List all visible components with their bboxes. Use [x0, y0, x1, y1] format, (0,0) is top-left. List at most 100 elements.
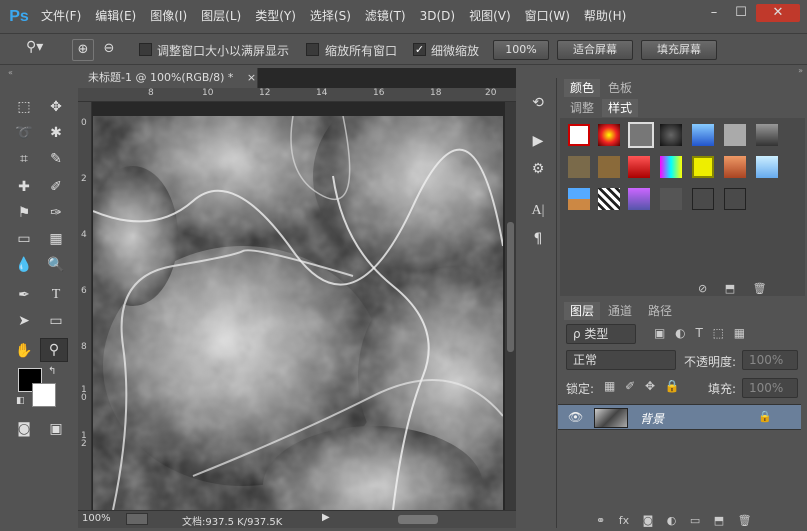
status-menu-icon[interactable]: ▶	[322, 512, 330, 523]
menu-image[interactable]: 图像(I)	[143, 0, 194, 33]
style-swatch[interactable]	[598, 124, 620, 146]
minimize-button[interactable]: –	[702, 4, 726, 22]
eye-icon[interactable]: 👁	[568, 410, 583, 424]
style-swatch[interactable]	[598, 156, 620, 178]
layer-name[interactable]: 背景	[640, 410, 664, 427]
close-button[interactable]: ✕	[756, 4, 800, 22]
zoom-100-button[interactable]: 100%	[493, 40, 549, 60]
resize-windows-checkbox[interactable]	[139, 43, 152, 56]
style-swatch[interactable]	[692, 188, 714, 210]
move-tool-icon[interactable]: ✥	[44, 96, 68, 118]
style-swatch[interactable]	[660, 124, 682, 146]
path-select-icon[interactable]: ➤	[12, 310, 36, 332]
tab-styles[interactable]: 样式	[602, 99, 639, 117]
menu-type[interactable]: 类型(Y)	[248, 0, 303, 33]
history-panel-icon[interactable]: ⟲	[526, 92, 550, 114]
menu-window[interactable]: 窗口(W)	[518, 0, 577, 33]
history-brush-icon[interactable]: ✑	[44, 202, 68, 224]
layer-row-background[interactable]: 👁 背景 🔒	[558, 404, 801, 430]
style-swatch[interactable]	[660, 188, 682, 210]
styles-footer-icons[interactable]: ⊘ ⬒ 🗑	[698, 282, 767, 295]
style-swatch[interactable]	[724, 188, 746, 210]
lasso-tool-icon[interactable]: ➰	[12, 122, 36, 144]
fill-screen-button[interactable]: 填充屏幕	[641, 40, 717, 60]
scrubby-checkbox[interactable]: ✓	[413, 43, 426, 56]
menu-3d[interactable]: 3D(D)	[413, 0, 462, 33]
zoom-in-icon[interactable]: ⊕	[72, 39, 94, 61]
style-swatch[interactable]	[692, 124, 714, 146]
zoom-tool-icon[interactable]: ⚲▾	[26, 39, 43, 55]
close-tab-icon[interactable]: ×	[247, 71, 256, 84]
tab-swatches[interactable]: 色板	[602, 79, 638, 97]
tab-adjustments[interactable]: 调整	[564, 99, 600, 117]
style-swatch[interactable]	[724, 156, 746, 178]
layers-footer-icons[interactable]: ⚭ fx ◙ ◐ ▭ ⬒ 🗑	[558, 514, 807, 530]
eraser-tool-icon[interactable]: ▭	[12, 228, 36, 250]
character-panel-icon[interactable]: A|	[526, 200, 550, 222]
type-tool-icon[interactable]: T	[44, 284, 68, 306]
collapse-icon[interactable]: «	[8, 68, 68, 78]
zoom-level[interactable]: 100%	[82, 513, 111, 524]
healing-brush-icon[interactable]: ✚	[12, 176, 36, 198]
style-none[interactable]	[568, 124, 590, 146]
crop-tool-icon[interactable]: ⌗	[12, 148, 36, 170]
style-swatch[interactable]	[628, 188, 650, 210]
zoom-tool-icon[interactable]: ⚲	[40, 338, 68, 362]
pen-tool-icon[interactable]: ✒	[12, 284, 36, 306]
background-color-swatch[interactable]	[32, 383, 56, 407]
zoom-out-icon[interactable]: ⊖	[98, 39, 120, 61]
layer-kind-filter[interactable]: ρ 类型	[566, 324, 636, 344]
menu-edit[interactable]: 编辑(E)	[88, 0, 143, 33]
paragraph-panel-icon[interactable]: ¶	[526, 228, 550, 250]
style-swatch[interactable]	[568, 188, 590, 210]
menu-select[interactable]: 选择(S)	[303, 0, 358, 33]
menu-filter[interactable]: 滤镜(T)	[358, 0, 413, 33]
fill-input[interactable]: 100%	[742, 378, 798, 398]
image-canvas[interactable]	[93, 116, 503, 510]
status-preview-icon[interactable]	[126, 513, 148, 525]
zoom-all-checkbox[interactable]	[306, 43, 319, 56]
style-swatch-selected[interactable]	[628, 122, 654, 148]
dodge-tool-icon[interactable]: 🔍	[44, 254, 68, 276]
document-tab[interactable]: 未标题-1 @ 100%(RGB/8) * ×	[78, 68, 258, 88]
magic-wand-icon[interactable]: ✱	[44, 122, 68, 144]
tab-channels[interactable]: 通道	[602, 302, 638, 320]
blend-mode-select[interactable]: 正常	[566, 350, 676, 370]
quick-mask-icon[interactable]: ◙	[12, 418, 36, 440]
default-colors-icon[interactable]: ◧	[16, 396, 25, 406]
style-swatch[interactable]	[692, 156, 714, 178]
panel-collapse-icon[interactable]: »	[558, 66, 807, 78]
menu-file[interactable]: 文件(F)	[34, 0, 88, 33]
gradient-tool-icon[interactable]: ▦	[44, 228, 68, 250]
lock-icons[interactable]: ▦ ✐ ✥ 🔒	[604, 379, 680, 393]
blur-tool-icon[interactable]: 💧	[12, 254, 36, 276]
menu-help[interactable]: 帮助(H)	[577, 0, 633, 33]
style-swatch[interactable]	[756, 156, 778, 178]
fit-screen-button[interactable]: 适合屏幕	[557, 40, 633, 60]
screen-mode-icon[interactable]: ▣	[44, 418, 68, 440]
hand-tool-icon[interactable]: ✋	[12, 340, 36, 362]
horizontal-scroll-thumb[interactable]	[398, 515, 438, 524]
tab-paths[interactable]: 路径	[642, 302, 678, 320]
actions-panel-icon[interactable]: ▶	[526, 130, 550, 152]
brush-tool-icon[interactable]: ✐	[44, 176, 68, 198]
eyedropper-icon[interactable]: ✎	[44, 148, 68, 170]
style-swatch[interactable]	[660, 156, 682, 178]
marquee-tool-icon[interactable]: ⬚	[12, 96, 36, 118]
opacity-input[interactable]: 100%	[742, 350, 798, 370]
style-swatch[interactable]	[756, 124, 778, 146]
style-swatch[interactable]	[568, 156, 590, 178]
tab-color[interactable]: 颜色	[564, 79, 601, 97]
maximize-button[interactable]: ☐	[729, 4, 753, 22]
tab-layers[interactable]: 图层	[564, 302, 601, 320]
style-swatch[interactable]	[628, 156, 650, 178]
style-swatch[interactable]	[724, 124, 746, 146]
filter-icons[interactable]: ▣ ◐ T ⬚ ▦	[654, 326, 745, 340]
stamp-tool-icon[interactable]: ⚑	[12, 202, 36, 224]
properties-panel-icon[interactable]: ⚙	[526, 158, 550, 180]
menu-layer[interactable]: 图层(L)	[194, 0, 248, 33]
style-swatch[interactable]	[598, 188, 620, 210]
shape-tool-icon[interactable]: ▭	[44, 310, 68, 332]
menu-view[interactable]: 视图(V)	[462, 0, 518, 33]
swap-colors-icon[interactable]: ↰	[48, 366, 56, 377]
